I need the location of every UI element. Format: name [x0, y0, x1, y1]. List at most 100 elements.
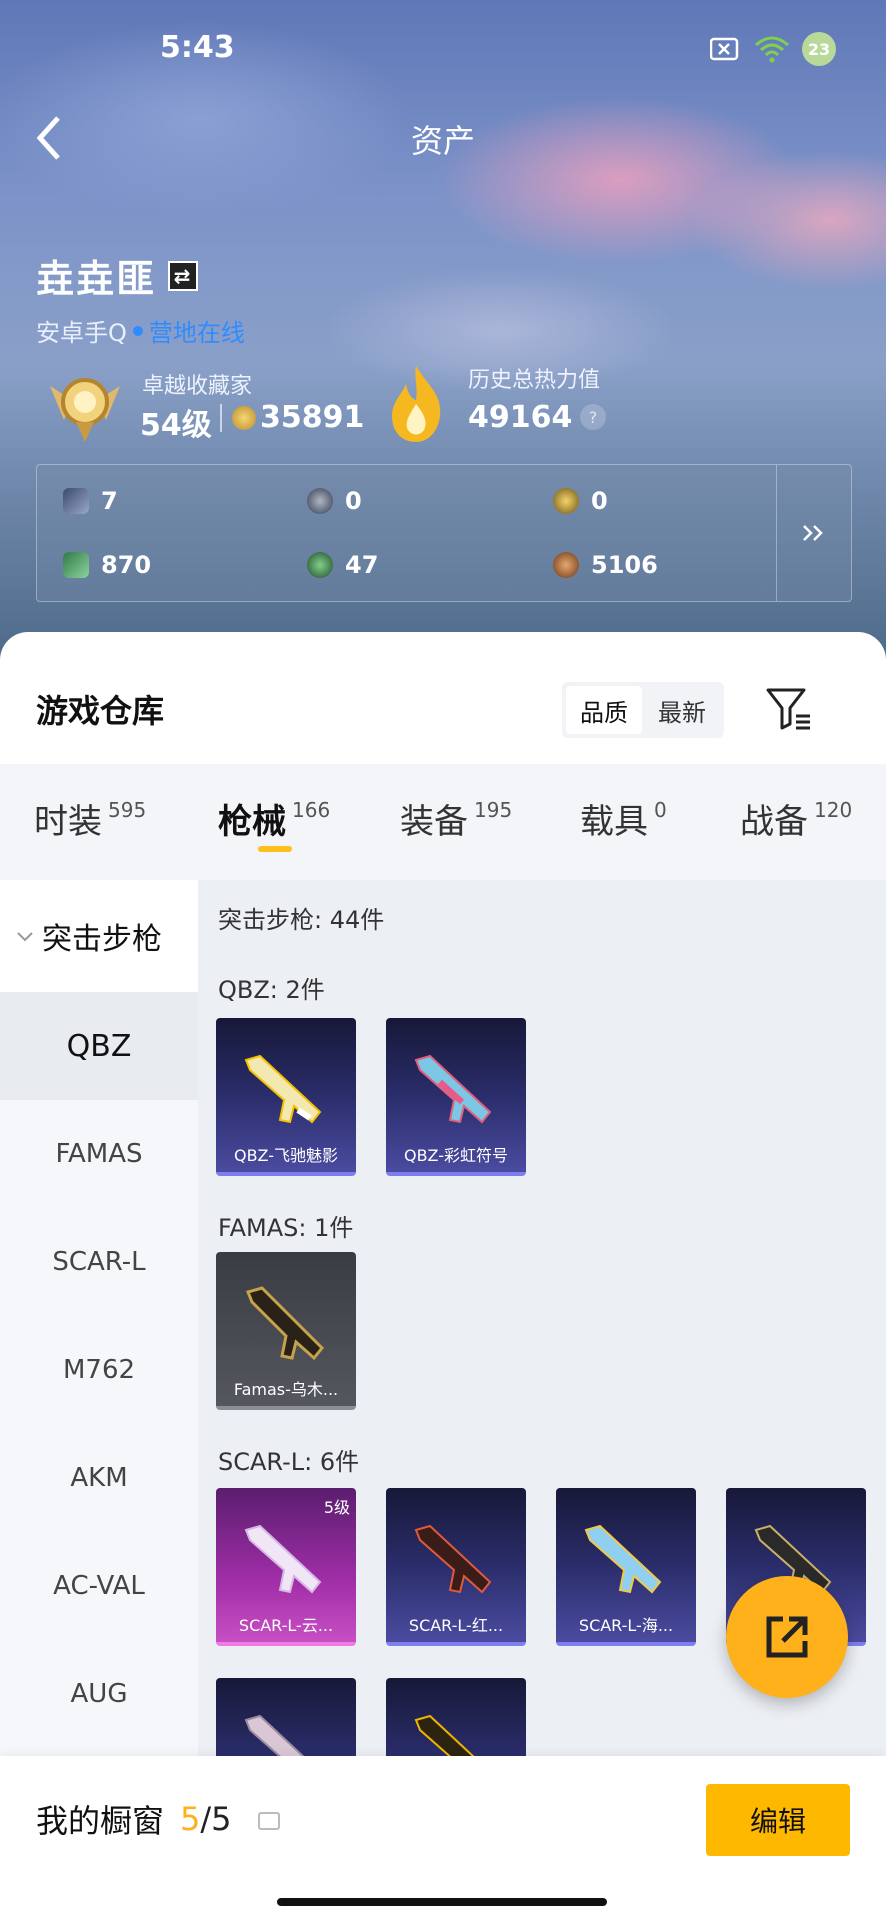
sidebar-item-ac-val[interactable]: AC-VAL: [0, 1532, 198, 1640]
weapon-name: QBZ-飞驰魅影: [233, 1146, 339, 1165]
status-time: 5:43: [160, 30, 235, 65]
stats-row: 卓越收藏家 54级 35891 历史总热力值 49164 ?: [40, 364, 860, 454]
rifle-icon: [244, 1524, 322, 1594]
online-dot-icon: [132, 325, 143, 336]
weapon-card[interactable]: QBZ-飞驰魅影: [216, 1018, 356, 1176]
active-tab-indicator: [258, 846, 292, 852]
sidebar-group-label: 突击步枪: [42, 922, 162, 957]
weapon-card[interactable]: Famas-乌木...: [216, 1252, 356, 1410]
weapon-card[interactable]: SCAR-L-红...: [386, 1488, 526, 1646]
sort-quality-button[interactable]: 品质: [566, 686, 642, 734]
section-title: SCAR-L: 6件: [218, 1448, 360, 1476]
tab-fashion[interactable]: 时装 595: [34, 794, 146, 843]
weapon-name: Famas-乌木...: [233, 1380, 339, 1399]
rifle-icon: [584, 1524, 662, 1594]
expand-button[interactable]: [776, 465, 851, 601]
currency-value: 7: [101, 487, 118, 515]
sort-toggle: 品质 最新: [562, 682, 724, 738]
battery-icon: 23: [802, 32, 836, 66]
currency-item: 870: [63, 551, 151, 579]
bottom-bar: 我的橱窗 5 /5 编辑: [0, 1756, 886, 1920]
showcase-current: 5: [180, 1800, 201, 1838]
showcase-total: /5: [200, 1800, 232, 1838]
edit-button[interactable]: 编辑: [706, 1784, 850, 1856]
currency-item: 47: [307, 551, 378, 579]
currency-panel[interactable]: 7 0 0 870 47 5106: [36, 464, 852, 602]
tab-count: 195: [474, 798, 513, 822]
nav-bar: 资产: [0, 104, 886, 164]
sidebar-item-scar-l[interactable]: SCAR-L: [0, 1208, 198, 1316]
home-indicator: [277, 1898, 607, 1906]
sidebar-item-famas[interactable]: FAMAS: [0, 1100, 198, 1208]
category-summary: 突击步枪: 44件: [218, 906, 385, 934]
tab-label: 战备: [740, 802, 808, 842]
bronze-coin-icon: [553, 552, 579, 578]
weapon-name: SCAR-L-云...: [238, 1616, 334, 1635]
sort-newest-button[interactable]: 最新: [644, 686, 720, 734]
rifle-icon: [414, 1054, 492, 1124]
share-button[interactable]: [726, 1576, 848, 1698]
collector-title: 卓越收藏家: [142, 374, 253, 399]
divider: [220, 404, 222, 432]
heat-label: 历史总热力值: [468, 368, 601, 393]
rifle-icon: [244, 1054, 322, 1124]
green-coin-icon: [307, 552, 333, 578]
showcase-counter: 我的橱窗 5 /5: [36, 1796, 280, 1842]
category-tabs: 时装 595 枪械 166 装备 195 载具 0 战备 120: [0, 764, 886, 880]
currency-value: 0: [345, 487, 362, 515]
level-value: 54级: [140, 408, 212, 443]
weapon-card[interactable]: SCAR-L-海...: [556, 1488, 696, 1646]
tab-guns[interactable]: 枪械 166: [218, 794, 330, 843]
sidebar-item-aug[interactable]: AUG: [0, 1640, 198, 1748]
weapon-name: SCAR-L-海...: [578, 1616, 674, 1635]
user-status: 营地在线: [148, 319, 245, 347]
sidebar-item-qbz[interactable]: QBZ: [0, 992, 198, 1100]
sidebar-item-akm[interactable]: AKM: [0, 1424, 198, 1532]
weapon-name: SCAR-L-红...: [408, 1616, 504, 1635]
lock-icon: [257, 1812, 280, 1830]
tab-count: 0: [654, 798, 667, 822]
wifi-icon: [755, 36, 789, 63]
medal-icon: [50, 378, 120, 442]
tab-count: 595: [108, 798, 147, 822]
switch-account-icon[interactable]: ⇄: [168, 260, 199, 291]
currency-item: 5106: [553, 551, 658, 579]
currency-item: 0: [553, 487, 608, 515]
tab-count: 166: [292, 798, 331, 822]
notification-off-icon: [710, 37, 739, 61]
showcase-label: 我的橱窗: [36, 1802, 165, 1840]
tab-supplies[interactable]: 战备 120: [740, 794, 852, 843]
user-name: 垚垚匪: [36, 257, 157, 301]
currency-item: 0: [307, 487, 362, 515]
weapon-card[interactable]: QBZ-彩虹符号: [386, 1018, 526, 1176]
warehouse-sheet: 游戏仓库 品质 最新 时装 595 枪械 166 装备 195 载具 0 战备 …: [0, 632, 886, 1920]
sidebar-item-m762[interactable]: M762: [0, 1316, 198, 1424]
sidebar-group-assault-rifle[interactable]: 突击步枪: [0, 880, 198, 992]
currency-value: 47: [345, 551, 379, 579]
tab-equipment[interactable]: 装备 195: [400, 794, 512, 843]
flame-icon: [392, 366, 441, 442]
heat-value: 49164: [468, 400, 573, 435]
currency-item: 7: [63, 487, 118, 515]
currency-value: 870: [101, 551, 152, 579]
rifle-icon: [414, 1524, 492, 1594]
chevron-down-icon: [16, 924, 34, 948]
user-info: 垚垚匪 ⇄ 安卓手Q 营地在线: [36, 248, 245, 348]
section-title: QBZ: 2件: [218, 976, 325, 1004]
currency-value: 5106: [591, 551, 658, 579]
weapon-card[interactable]: 5级 SCAR-L-云...: [216, 1488, 356, 1646]
share-icon: [766, 1616, 808, 1658]
ticket-icon: [63, 552, 89, 578]
tab-label: 装备: [400, 802, 468, 842]
currency-value: 0: [591, 487, 608, 515]
tab-label: 载具: [580, 802, 648, 842]
status-bar: 5:43 23: [0, 30, 886, 70]
filter-icon[interactable]: [764, 684, 812, 732]
section-title: FAMAS: 1件: [218, 1214, 354, 1242]
page-title: 资产: [410, 122, 475, 160]
help-icon[interactable]: ?: [580, 404, 606, 430]
tab-count: 120: [814, 798, 853, 822]
tab-vehicles[interactable]: 载具 0: [580, 794, 667, 843]
warehouse-title: 游戏仓库: [36, 692, 165, 730]
coin-value: 35891: [260, 400, 365, 435]
